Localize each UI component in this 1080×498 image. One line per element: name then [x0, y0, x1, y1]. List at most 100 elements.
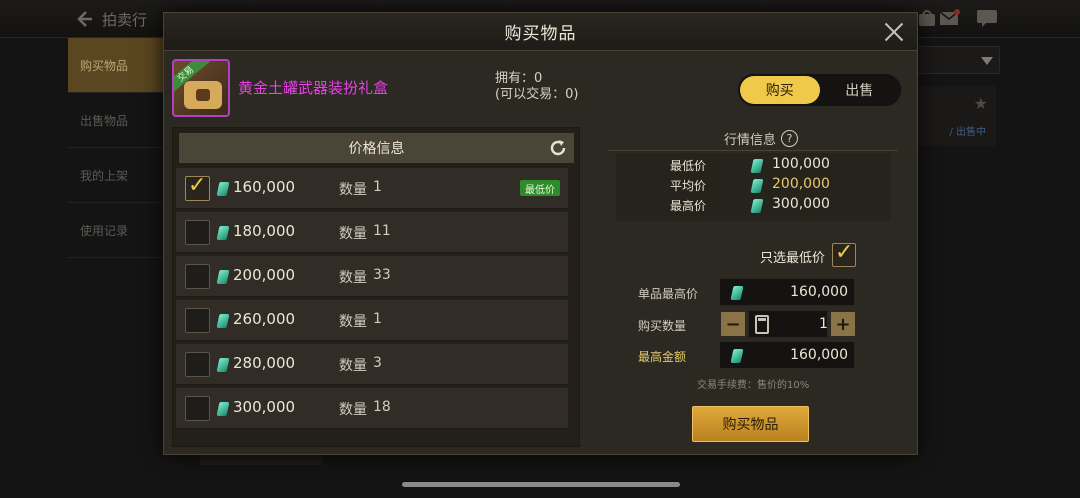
row-checkbox[interactable]	[185, 264, 210, 289]
gem-icon	[730, 349, 744, 363]
row-checkbox[interactable]	[185, 396, 210, 421]
gem-icon	[750, 159, 764, 173]
tradable-count: (可以交易：0)	[495, 87, 579, 102]
gem-icon	[216, 270, 230, 284]
sidebar-item-listings[interactable]: 我的上架	[68, 148, 164, 203]
price-row[interactable]: 280,000 数量 3	[176, 344, 568, 385]
market-lowest-label: 最低价	[670, 159, 707, 173]
row-price: 280,000	[233, 354, 296, 372]
market-highest-label: 最高价	[670, 199, 707, 213]
home-indicator[interactable]	[402, 482, 680, 487]
owned-info: 拥有：0 (可以交易：0)	[495, 71, 578, 103]
price-row[interactable]: 260,000 数量 1	[176, 300, 568, 341]
help-icon[interactable]: ?	[781, 130, 799, 147]
lowest-price-badge: 最低价	[520, 180, 560, 196]
market-avg-value: 200,000	[772, 176, 830, 192]
dialog-title: 购买物品	[504, 24, 577, 44]
toggle-buy[interactable]: 购买	[740, 76, 820, 104]
owned-count: 拥有：0	[495, 71, 543, 86]
quantity-increase-button[interactable]: +	[831, 312, 855, 336]
market-info-box: 最低价 100,000 平均价 200,000 最高价 300,000	[616, 153, 890, 221]
bag-icon[interactable]	[916, 8, 938, 28]
price-list-header: 价格信息	[179, 133, 574, 163]
quantity-decrease-button[interactable]: −	[721, 312, 745, 336]
checkmark-icon: ✓	[835, 240, 854, 265]
unit-max-price-field[interactable]: 160,000	[719, 278, 855, 306]
price-row[interactable]: 300,000 数量 18	[176, 388, 568, 429]
row-qty-label: 数量	[339, 314, 367, 330]
sidebar-item-label: 我的上架	[80, 168, 129, 183]
only-lowest-checkbox[interactable]: ✓	[832, 240, 856, 267]
market-avg-label: 平均价	[670, 179, 707, 193]
gem-icon	[216, 314, 230, 328]
gem-icon	[216, 226, 230, 240]
only-lowest-label: 只选最低价	[760, 251, 826, 266]
gem-icon	[216, 402, 230, 416]
row-price: 260,000	[233, 310, 296, 328]
row-checkbox[interactable]	[185, 220, 210, 245]
max-total-value: 160,000	[790, 347, 848, 363]
row-checkbox[interactable]: ✓	[185, 173, 210, 201]
chat-icon[interactable]	[976, 8, 998, 28]
quantity-label: 购买数量	[638, 319, 687, 333]
row-qty-label: 数量	[339, 226, 367, 242]
background-sidebar: 购买物品 出售物品 我的上架 使用记录	[68, 38, 164, 458]
back-button[interactable]: 拍卖行	[74, 8, 164, 30]
gem-icon	[750, 179, 764, 193]
unit-max-price-value: 160,000	[790, 284, 848, 300]
background-card-text: / 出售中	[949, 127, 986, 138]
sidebar-item-label: 出售物品	[80, 113, 129, 128]
background-right-panel: ★ / 出售中	[916, 0, 1080, 498]
item-icon: 交易	[172, 59, 230, 117]
market-info-label: 行情信息	[724, 133, 777, 148]
sidebar-item-buy[interactable]: 购买物品	[68, 38, 164, 93]
close-icon[interactable]	[883, 21, 905, 43]
back-label: 拍卖行	[102, 10, 148, 29]
price-row[interactable]: 200,000 数量 33	[176, 256, 568, 297]
item-name: 黄金土罐武器装扮礼盒	[238, 79, 389, 97]
row-checkbox[interactable]	[185, 352, 210, 377]
quantity-value: 1	[819, 316, 828, 332]
sidebar-item-history[interactable]: 使用记录	[68, 203, 164, 258]
row-price: 180,000	[233, 222, 296, 240]
buy-item-button[interactable]: 购买物品	[692, 406, 809, 442]
sidebar-item-sell[interactable]: 出售物品	[68, 93, 164, 148]
price-row[interactable]: 180,000 数量 11	[176, 212, 568, 253]
row-qty: 11	[373, 223, 391, 239]
calculator-icon[interactable]	[755, 315, 769, 334]
buy-sell-toggle: 购买 出售	[737, 73, 902, 107]
sidebar-item-label: 使用记录	[80, 223, 129, 238]
gem-icon	[750, 199, 764, 213]
treasure-chest-icon	[184, 81, 222, 109]
unit-max-price-label: 单品最高价	[638, 287, 699, 301]
row-qty-label: 数量	[339, 402, 367, 418]
checkmark-icon: ✓	[188, 173, 207, 198]
refresh-icon[interactable]	[548, 138, 568, 158]
gem-icon	[216, 182, 230, 196]
row-price: 300,000	[233, 398, 296, 416]
max-total-field: 160,000	[719, 341, 855, 369]
gem-icon	[730, 286, 744, 300]
market-info-title: 行情信息 ?	[724, 129, 799, 148]
divider	[608, 150, 898, 151]
toggle-sell[interactable]: 出售	[820, 76, 900, 104]
quantity-input[interactable]: 1	[748, 310, 828, 338]
gem-icon	[216, 358, 230, 372]
price-list-title: 价格信息	[348, 141, 405, 157]
mail-icon[interactable]	[938, 8, 960, 28]
back-arrow-icon	[77, 11, 92, 27]
row-qty-label: 数量	[339, 182, 367, 198]
row-qty-label: 数量	[339, 358, 367, 374]
background-card: ★ / 出售中	[916, 86, 996, 146]
price-row[interactable]: ✓ 160,000 数量 1 最低价	[176, 168, 568, 209]
background-dropdown[interactable]	[916, 46, 1000, 74]
row-qty: 3	[373, 355, 382, 371]
market-highest-value: 300,000	[772, 196, 830, 212]
row-qty: 1	[373, 311, 382, 327]
row-qty: 1	[373, 179, 382, 195]
row-checkbox[interactable]	[185, 308, 210, 333]
max-total-label: 最高金额	[638, 350, 687, 364]
chevron-down-icon	[981, 57, 993, 65]
price-list-panel: 价格信息 ✓ 160,000 数量 1 最低价 180,000 数量 11 20…	[172, 127, 580, 447]
row-qty: 18	[373, 399, 391, 415]
